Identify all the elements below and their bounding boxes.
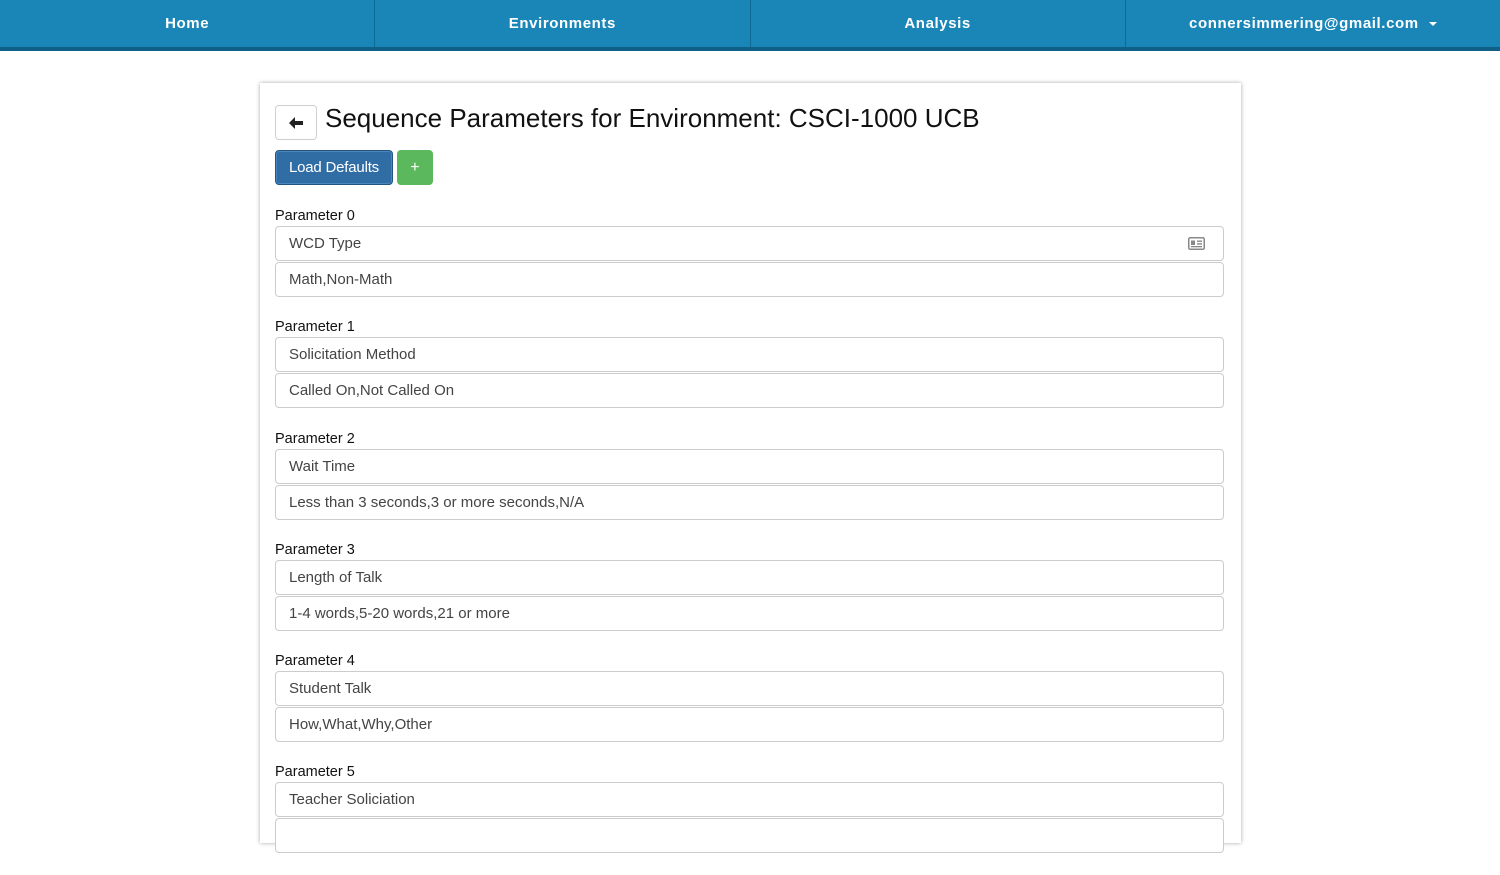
parameter-name-input[interactable]: Length of Talk: [275, 559, 1224, 595]
parameter-name-input[interactable]: Solicitation Method: [275, 337, 1224, 373]
caret-down-icon: [1428, 21, 1437, 26]
back-button[interactable]: [275, 105, 317, 140]
parameter-values-input[interactable]: Called On,Not Called On: [275, 373, 1224, 409]
parameter-label: Parameter 2: [275, 430, 355, 447]
parameter-values-value: 1-4 words,5-20 words,21 or more: [289, 604, 510, 622]
parameter-values-input[interactable]: Less than 3 seconds,3 or more seconds,N/…: [275, 484, 1224, 520]
parameter-label: Parameter 5: [275, 764, 355, 781]
parameter-group: Parameter 0 WCD Type Math,Non-Math: [275, 207, 1224, 318]
nav-analysis-label: Analysis: [904, 15, 971, 32]
parameter-name-value: Wait Time: [289, 457, 356, 475]
parameter-values-input[interactable]: [275, 818, 1224, 854]
parameter-name-value: Student Talk: [289, 680, 372, 698]
parameter-label: Parameter 1: [275, 319, 355, 336]
action-row: Load Defaults +: [275, 150, 433, 185]
parameter-values-value: Less than 3 seconds,3 or more seconds,N/…: [289, 493, 585, 511]
parameter-values-input[interactable]: 1-4 words,5-20 words,21 or more: [275, 595, 1224, 631]
add-parameter-button[interactable]: +: [396, 150, 433, 185]
parameter-name-value: Teacher Soliciation: [289, 791, 415, 809]
page-title: Sequence Parameters for Environment: CSC…: [325, 103, 980, 133]
top-navbar: Home Environments Analysis connersimmeri…: [0, 0, 1500, 51]
parameter-values-input[interactable]: How,What,Why,Other: [275, 707, 1224, 743]
parameter-values-input[interactable]: Math,Non-Math: [275, 262, 1224, 297]
parameter-group: Parameter 2 Wait Time Less than 3 second…: [275, 430, 1224, 541]
load-defaults-button[interactable]: Load Defaults: [275, 150, 393, 185]
parameter-name-value: Solicitation Method: [289, 346, 416, 364]
nav-home-label: Home: [165, 15, 210, 32]
parameter-group: Parameter 5 Teacher Soliciation: [275, 763, 1224, 874]
panel-header: Sequence Parameters for Environment: CSC…: [275, 103, 980, 140]
parameters-panel: Sequence Parameters for Environment: CSC…: [260, 83, 1241, 854]
nav-user-email: connersimmering@gmail.com: [1189, 15, 1419, 32]
parameter-values-value: Math,Non-Math: [289, 271, 393, 288]
nav-home[interactable]: Home: [0, 0, 376, 47]
parameter-name-input[interactable]: WCD Type: [275, 226, 1224, 261]
arrow-left-icon: [289, 116, 303, 129]
contact-card-icon[interactable]: [1188, 237, 1205, 250]
nav-user-menu[interactable]: connersimmering@gmail.com: [1126, 0, 1500, 47]
parameter-label: Parameter 3: [275, 541, 355, 558]
parameter-group: Parameter 3 Length of Talk 1-4 words,5-2…: [275, 541, 1224, 652]
parameter-name-value: Length of Talk: [289, 568, 383, 586]
parameter-name-input[interactable]: Wait Time: [275, 448, 1224, 484]
parameter-label: Parameter 4: [275, 653, 355, 670]
parameter-list: Parameter 0 WCD Type Math,Non-Math Param…: [275, 207, 1224, 875]
parameter-label: Parameter 0: [275, 208, 355, 224]
parameter-name-input[interactable]: Teacher Soliciation: [275, 782, 1224, 818]
nav-analysis[interactable]: Analysis: [751, 0, 1126, 47]
parameter-name-value: WCD Type: [289, 235, 362, 252]
parameter-values-value: Called On,Not Called On: [289, 382, 455, 400]
parameter-group: Parameter 4 Student Talk How,What,Why,Ot…: [275, 652, 1224, 763]
nav-environments-label: Environments: [508, 15, 616, 32]
parameter-group: Parameter 1 Solicitation Method Called O…: [275, 318, 1224, 429]
nav-environments[interactable]: Environments: [375, 0, 751, 47]
parameter-name-input[interactable]: Student Talk: [275, 671, 1224, 707]
parameter-values-value: How,What,Why,Other: [289, 716, 433, 734]
